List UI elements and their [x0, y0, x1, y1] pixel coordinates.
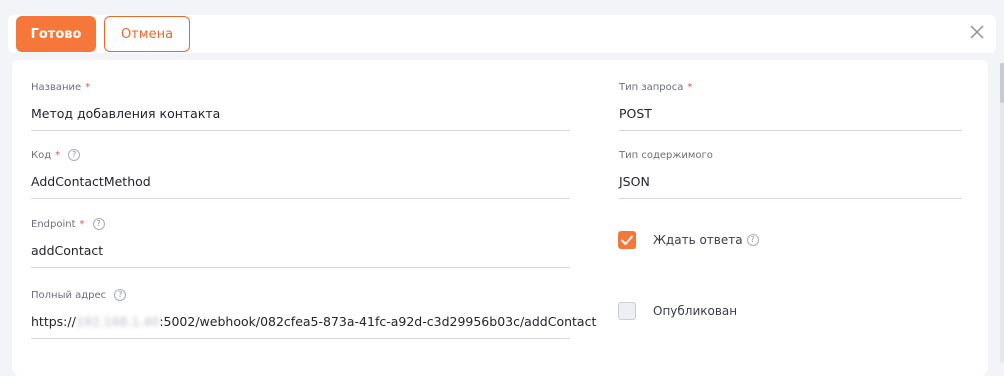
form-card: Название * Метод добавления контакта Код *… — [12, 60, 988, 376]
wait-response-label-text: Ждать ответа — [653, 233, 743, 247]
name-input[interactable]: Метод добавления контакта — [31, 94, 570, 131]
scrollbar[interactable] — [1000, 63, 1004, 363]
help-icon[interactable]: ? — [746, 234, 759, 246]
published-label-text: Опубликован — [653, 304, 738, 318]
request-type-label-text: Тип запроса — [619, 81, 684, 93]
full-address-label: Полный адрес ? — [31, 288, 570, 302]
wait-response-label: Ждать ответа ? — [653, 232, 759, 248]
required-mark: * — [79, 218, 85, 230]
top-toolbar: Готово Отмена — [8, 15, 996, 53]
full-address-value: https://192.168.1.40:5002/webhook/082cfe… — [31, 302, 596, 339]
address-suffix: :5002/webhook/082cfea5-873a-41fc-a92d-c3… — [159, 314, 597, 329]
request-type-select[interactable]: POST — [619, 94, 962, 131]
request-type-label: Тип запроса * — [619, 80, 962, 94]
content-type-label: Тип содержимого — [619, 148, 962, 162]
endpoint-input[interactable]: addContact — [31, 231, 570, 268]
endpoint-label: Endpoint * ? — [31, 217, 570, 231]
required-mark: * — [85, 81, 91, 93]
check-icon — [621, 235, 633, 245]
endpoint-field: Endpoint * ? addContact — [31, 217, 570, 268]
name-label-text: Название — [31, 81, 82, 93]
close-icon[interactable] — [968, 23, 986, 41]
code-label: Код * ? — [31, 148, 570, 162]
required-mark: * — [687, 81, 693, 93]
code-input[interactable]: AddContactMethod — [31, 162, 570, 199]
name-field: Название * Метод добавления контакта — [31, 80, 570, 131]
wait-response-checkbox[interactable] — [618, 231, 636, 249]
required-mark: * — [55, 149, 61, 161]
endpoint-label-text: Endpoint — [31, 218, 76, 230]
address-host-blurred: 192.168.1.40 — [75, 314, 160, 329]
published-label: Опубликован — [653, 303, 737, 319]
full-address-label-text: Полный адрес — [31, 289, 107, 301]
content-type-field: Тип содержимого JSON — [619, 148, 962, 199]
done-button[interactable]: Готово — [16, 16, 96, 52]
published-checkbox[interactable] — [618, 302, 636, 320]
content-type-select[interactable]: JSON — [619, 162, 962, 199]
content-type-label-text: Тип содержимого — [619, 149, 713, 161]
address-prefix: https:// — [31, 314, 76, 329]
request-type-field: Тип запроса * POST — [619, 80, 962, 131]
full-address-field: Полный адрес ? https://192.168.1.40:5002… — [31, 288, 596, 339]
help-icon[interactable]: ? — [92, 218, 105, 230]
cancel-button[interactable]: Отмена — [104, 16, 190, 52]
name-label: Название * — [31, 80, 570, 94]
code-label-text: Код — [31, 149, 52, 161]
help-icon[interactable]: ? — [114, 289, 127, 301]
help-icon[interactable]: ? — [68, 149, 81, 161]
code-field: Код * ? AddContactMethod — [31, 148, 570, 199]
